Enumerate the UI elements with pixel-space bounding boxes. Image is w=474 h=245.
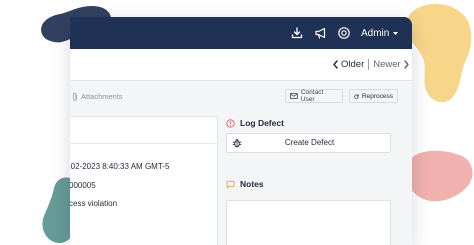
admin-menu[interactable]: Admin: [361, 25, 399, 41]
newer-button[interactable]: Newer: [373, 59, 409, 70]
caret-down-icon: [393, 31, 399, 35]
log-defect-title: Log Defect: [240, 118, 284, 128]
older-label: Older: [341, 58, 365, 70]
notes-heading: Notes: [226, 179, 264, 189]
create-defect-label: Create Defect: [284, 138, 335, 147]
pager: Older Newer: [332, 57, 410, 71]
detail-datetime-value: -02-2023 8:40:33 AM GMT-5: [70, 162, 170, 171]
download-button[interactable]: [290, 26, 304, 40]
decorative-blob-pink: [406, 150, 473, 202]
refresh-icon: [354, 93, 359, 99]
chevron-right-icon: [403, 59, 409, 69]
megaphone-icon: [315, 27, 326, 39]
actions-bar: Attachments Contact User Reprocess: [70, 81, 412, 111]
comment-icon: [226, 180, 235, 188]
alert-circle-icon: [226, 118, 235, 128]
contact-user-button[interactable]: Contact User: [285, 89, 343, 103]
notes-title: Notes: [240, 179, 264, 189]
detail-violation-value: cess violation: [70, 199, 118, 208]
details-card: -02-2023 8:40:33 AM GMT-5 000005 cess vi…: [70, 116, 218, 245]
contact-user-label: Contact User: [300, 89, 324, 103]
create-defect-button[interactable]: Create Defect: [226, 133, 391, 153]
detail-id-value: 000005: [70, 181, 96, 190]
admin-label: Admin: [361, 27, 390, 39]
paperclip-icon: [73, 92, 77, 101]
details-header-divider: [70, 143, 218, 144]
reprocess-label: Reprocess: [361, 92, 393, 100]
older-button[interactable]: Older: [332, 59, 364, 70]
notes-textarea[interactable]: [226, 200, 391, 245]
newer-label: Newer: [373, 58, 401, 70]
help-button[interactable]: [337, 26, 351, 40]
pager-divider: [368, 58, 370, 70]
reprocess-button[interactable]: Reprocess: [349, 89, 398, 103]
attachments-link[interactable]: Attachments: [72, 92, 123, 101]
log-defect-heading: Log Defect: [226, 118, 284, 128]
announcements-button[interactable]: [314, 26, 328, 40]
chevron-left-icon: [333, 59, 338, 69]
attachments-label: Attachments: [81, 92, 123, 101]
pager-bar: Older Newer: [70, 49, 412, 81]
envelope-icon: [290, 93, 298, 99]
top-navigation-bar: Admin: [70, 17, 412, 49]
download-icon: [291, 27, 303, 39]
help-circle-icon: [338, 27, 350, 39]
app-window: Admin Older Newer Attachments Contact Us…: [70, 17, 412, 245]
